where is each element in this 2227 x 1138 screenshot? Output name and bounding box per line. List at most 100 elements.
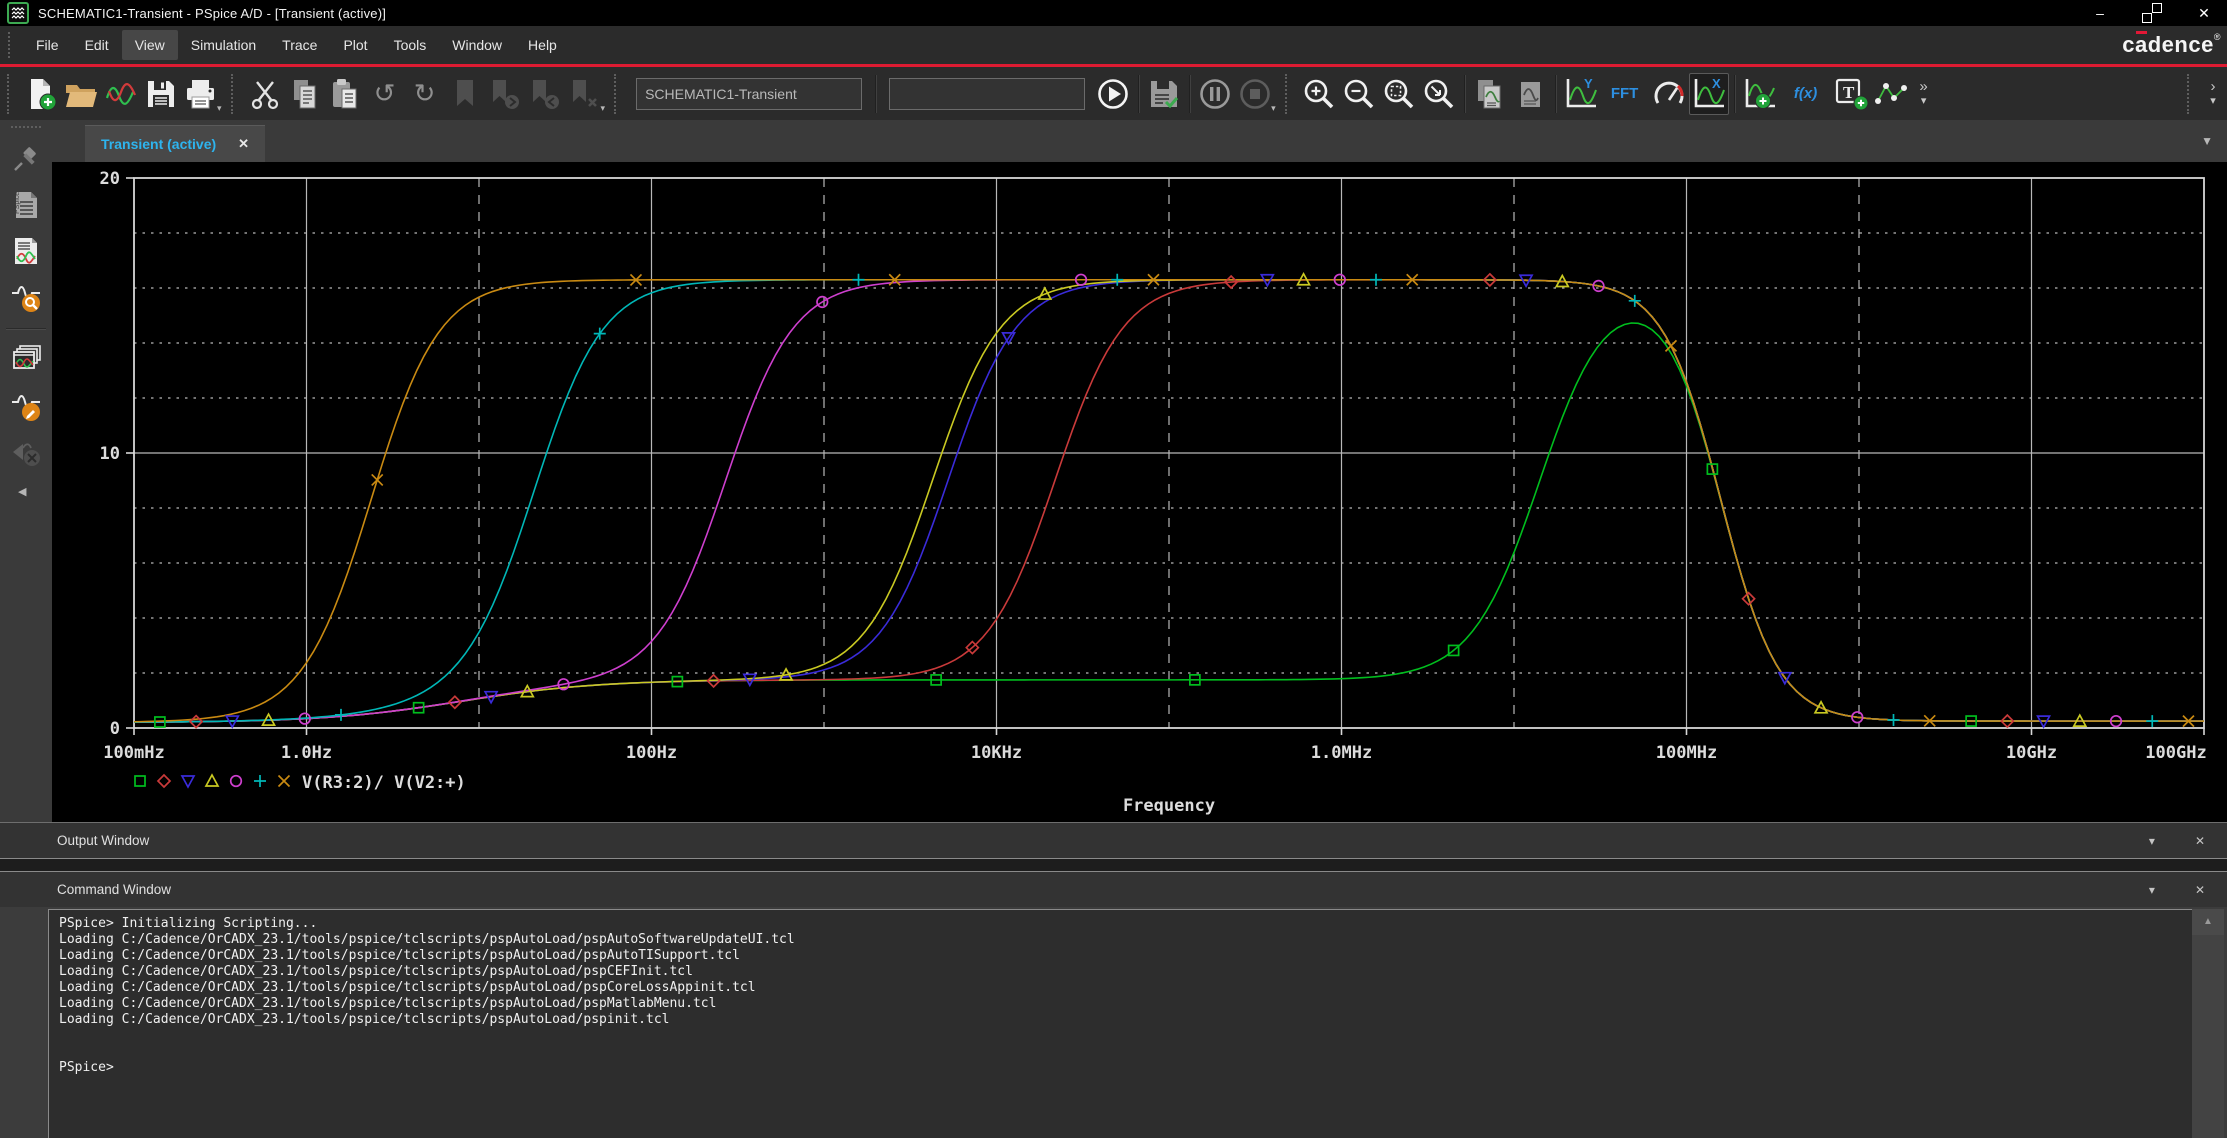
menu-item-tools[interactable]: Tools (381, 30, 440, 60)
waveform-edit-button[interactable] (9, 389, 43, 423)
tab-label: Transient (active) (101, 136, 216, 152)
marker-tools-button[interactable] (9, 435, 43, 469)
menu-item-trace[interactable]: Trace (269, 30, 330, 60)
stop-button[interactable] (1235, 73, 1275, 115)
add-plot-button[interactable] (1740, 73, 1780, 115)
zoom-area-button[interactable] (1419, 73, 1459, 115)
command-window: PSpice> Initializing Scripting...Loading… (0, 907, 2227, 1138)
zoom-toolbar-handle[interactable] (1285, 74, 1292, 114)
simulation-toolbar-handle[interactable] (614, 74, 621, 114)
run-button[interactable] (1093, 73, 1133, 115)
sidebar-collapse-button[interactable]: ◀ (14, 485, 38, 498)
series-marker-square (135, 776, 145, 786)
edit-toolbar-handle[interactable] (231, 74, 238, 114)
waveform-plot[interactable]: 100mHz1.0Hz100Hz10KHz1.0MHz100MHz10GHz10… (52, 162, 2227, 822)
right-toolbar-overflow[interactable]: › ▾ (2201, 81, 2225, 107)
tab-overflow-icon[interactable]: ▼ (2201, 134, 2213, 148)
y-tick-label: 0 (110, 719, 120, 739)
pause-button[interactable] (1195, 73, 1235, 115)
text-tool-icon: T (1833, 76, 1871, 112)
cut-button[interactable] (245, 73, 285, 115)
undo-button[interactable]: ↺ (365, 73, 405, 115)
zoom-in-button[interactable] (1299, 73, 1339, 115)
command-line (59, 1028, 2192, 1044)
log-x-axis-button[interactable]: X (1689, 73, 1729, 115)
left-sidebar: PSpice (0, 120, 52, 822)
run-to-time-field[interactable] (889, 78, 1085, 110)
waveform-chart[interactable]: 100mHz1.0Hz100Hz10KHz1.0MHz100MHz10GHz10… (52, 162, 2227, 822)
minimize-button[interactable]: – (2091, 4, 2109, 22)
next-bookmark-button[interactable] (485, 73, 525, 115)
copy-graph-icon (1473, 77, 1507, 111)
bookmark-group-dropdown[interactable]: ▾ (601, 103, 606, 114)
zoom-out-button[interactable] (1339, 73, 1379, 115)
print-button[interactable] (181, 73, 221, 115)
performance-analysis-button[interactable] (1649, 73, 1689, 115)
menu-item-edit[interactable]: Edit (72, 30, 122, 60)
menubar-drag-handle[interactable] (8, 32, 15, 58)
open-file-button[interactable] (61, 73, 101, 115)
tab-close-icon[interactable]: ✕ (238, 136, 249, 152)
toggle-bookmark-button[interactable] (445, 73, 485, 115)
sidebar-separator (6, 328, 46, 329)
x-axis-title: Frequency (1123, 796, 1215, 816)
command-window-title: Command Window (57, 882, 171, 897)
command-dropdown-icon[interactable]: ▾ (2149, 883, 2155, 897)
add-function-button[interactable]: f(x) (1780, 73, 1832, 115)
x-tick-label: 1.0Hz (281, 743, 332, 763)
output-dropdown-icon[interactable]: ▾ (2149, 834, 2155, 848)
series-marker-x (279, 776, 290, 787)
legend-expression: V(R3:2)/ V(V2:+) (302, 773, 466, 793)
menu-item-help[interactable]: Help (515, 30, 570, 60)
pin-sidebar-button[interactable] (9, 142, 43, 176)
command-scrollbar[interactable]: ▲ (2192, 909, 2224, 1138)
simulation-profile-field[interactable] (636, 78, 862, 110)
sidebar-drag-handle[interactable] (11, 126, 41, 130)
view-simulation-results-button[interactable] (101, 73, 141, 115)
waveform-search-button[interactable] (9, 280, 43, 314)
window-stack-button[interactable] (9, 343, 43, 377)
previous-bookmark-button[interactable] (525, 73, 565, 115)
menu-item-file[interactable]: File (23, 30, 72, 60)
redo-icon: ↻ (414, 81, 436, 107)
copy-button[interactable] (285, 73, 325, 115)
output-window-header[interactable]: Output Window ▾ ✕ (0, 823, 2227, 858)
clear-bookmarks-button[interactable] (565, 73, 605, 115)
right-toolbar-handle[interactable] (2187, 74, 2194, 114)
new-file-button[interactable] (21, 73, 61, 115)
save-button[interactable] (141, 73, 181, 115)
toolbar-overflow[interactable]: » ▾ (1912, 81, 1936, 107)
menu-item-view[interactable]: View (122, 30, 178, 60)
output-report-button[interactable] (9, 234, 43, 268)
redo-button[interactable]: ↻ (405, 73, 445, 115)
toolbar-drag-handle[interactable] (7, 74, 14, 114)
output-close-icon[interactable]: ✕ (2195, 834, 2205, 848)
tab-transient[interactable]: Transient (active) ✕ (85, 125, 265, 162)
window-stack-icon (10, 344, 42, 376)
series-marker-plus (853, 274, 865, 286)
file-group-dropdown[interactable]: ▾ (217, 103, 222, 114)
command-window-header[interactable]: Command Window ▾ ✕ (0, 872, 2227, 907)
copy-window-button[interactable] (1510, 73, 1550, 115)
menu-item-simulation[interactable]: Simulation (178, 30, 269, 60)
scroll-up-icon[interactable]: ▲ (2192, 909, 2224, 935)
x-tick-label: 10KHz (971, 743, 1022, 763)
zoom-fit-button[interactable] (1379, 73, 1419, 115)
fft-button[interactable]: FFT (1601, 73, 1649, 115)
close-button[interactable]: ✕ (2195, 4, 2213, 22)
svg-text:Y: Y (1584, 76, 1593, 91)
mark-data-points-button[interactable] (1872, 73, 1912, 115)
copy-to-clipboard-button[interactable] (1470, 73, 1510, 115)
command-console[interactable]: PSpice> Initializing Scripting...Loading… (48, 909, 2192, 1138)
menu-item-plot[interactable]: Plot (330, 30, 380, 60)
pane-splitter[interactable] (0, 858, 2227, 872)
command-close-icon[interactable]: ✕ (2195, 883, 2205, 897)
paste-button[interactable] (325, 73, 365, 115)
log-y-axis-button[interactable]: Y (1561, 73, 1601, 115)
text-label-button[interactable]: T (1832, 73, 1872, 115)
series-marker-x (372, 474, 383, 485)
simulate-group-dropdown[interactable]: ▾ (1271, 103, 1276, 114)
menu-item-window[interactable]: Window (439, 30, 515, 60)
save-simulation-results-button[interactable] (1144, 73, 1184, 115)
simulation-status-button[interactable]: PSpice (9, 188, 43, 222)
